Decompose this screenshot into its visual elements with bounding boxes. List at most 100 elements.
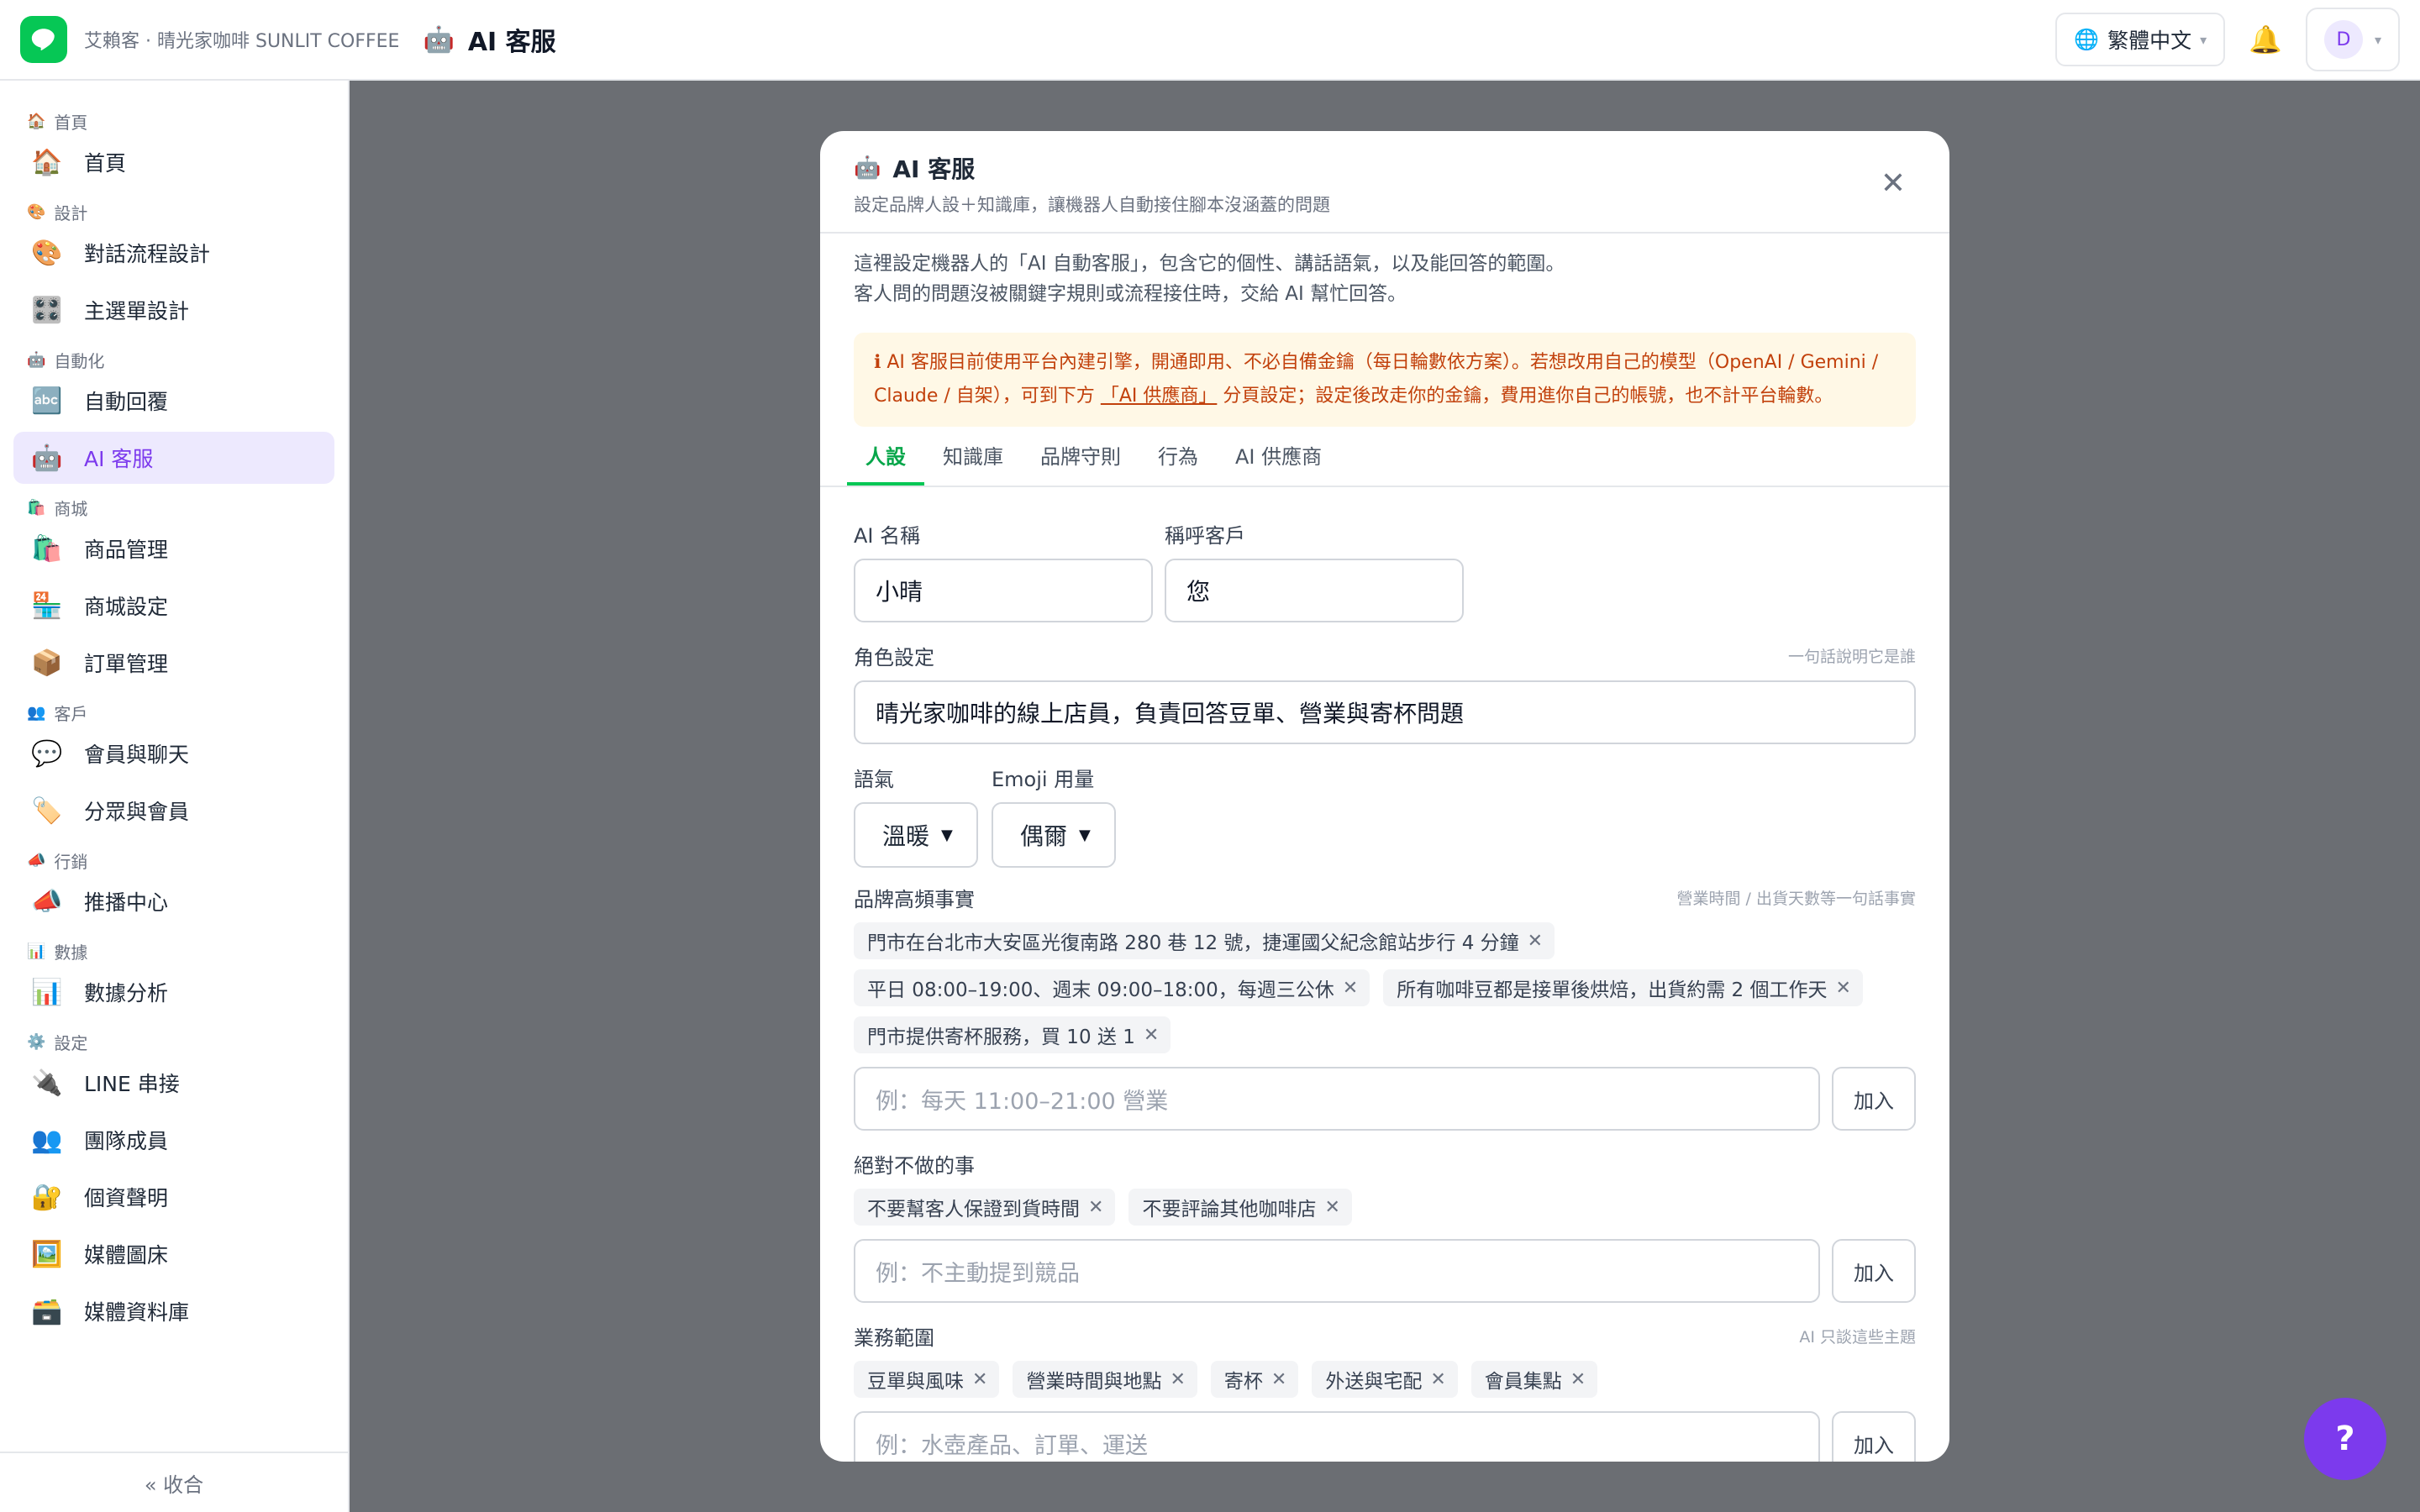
facts-hint: 營業時間 / 出貨天數等一句話事實 [1676,890,1916,908]
close-icon[interactable]: ✕ [1881,166,1906,201]
remove-icon[interactable]: ✕ [1343,978,1358,999]
remove-icon[interactable]: ✕ [1088,1197,1103,1218]
never-input[interactable]: 例：不主動提到競品 [854,1239,1820,1303]
add-scope-button[interactable]: 加入 [1832,1411,1916,1462]
section-data: 📊 數據 [27,942,88,963]
people-icon: 👥 [31,1125,63,1155]
people-icon: 👥 [27,703,46,722]
sidebar-item-line[interactable]: 🔌 LINE 串接 [13,1057,334,1109]
palette-icon: 🎨 [31,238,63,268]
sidebar-item-ai-service[interactable]: 🤖 AI 客服 [13,432,334,484]
scope-chip: 豆單與風味 ✕ [854,1361,1000,1398]
robot-icon: 🤖 [31,443,63,473]
package-icon: 📦 [31,648,63,678]
language-selector[interactable]: 🌐 繁體中文 ▾ [2055,13,2226,66]
robot-icon: 🤖 [854,155,881,181]
tab-persona[interactable]: 人設 [847,427,924,486]
role-input[interactable]: 晴光家咖啡的線上店員，負責回答豆單、營業與寄杯問題 [854,680,1916,744]
section-customers: 👥 客戶 [27,703,88,724]
section-settings: ⚙️ 設定 [27,1032,88,1053]
sidebar-item-team[interactable]: 👥 團隊成員 [13,1114,334,1166]
ai-provider-link[interactable]: 「AI 供應商」 [1101,386,1218,407]
chevron-down-icon: ▾ [2374,31,2382,48]
fact-chip: 平日 08:00–19:00、週末 09:00–18:00，每週三公休 ✕ [854,969,1370,1006]
bar-chart-icon: 📊 [27,942,46,960]
shopping-bag-icon: 🛍️ [31,533,63,564]
tone-label: 語氣 [854,768,894,791]
sidebar-item-media[interactable]: 🖼️ 媒體圖床 [13,1228,334,1280]
remove-icon[interactable]: ✕ [1570,1369,1586,1390]
remove-icon[interactable]: ✕ [1170,1369,1185,1390]
tab-ai-provider[interactable]: AI 供應商 [1217,427,1340,486]
modal-title: AI 客服 [892,155,976,183]
section-automation: 🤖 自動化 [27,350,105,371]
user-menu[interactable]: D ▾ [2306,8,2400,71]
tab-knowledge[interactable]: 知識庫 [924,427,1022,486]
never-label: 絕對不做的事 [854,1154,975,1178]
store-icon: 🏪 [31,591,63,621]
sidebar-item-shop-settings[interactable]: 🏪 商城設定 [13,580,334,632]
section-marketing: 📣 行銷 [27,851,88,872]
sidebar-item-products[interactable]: 🛍️ 商品管理 [13,522,334,575]
add-fact-button[interactable]: 加入 [1832,1067,1916,1131]
sidebar-item-flow-design[interactable]: 🎨 對話流程設計 [13,227,334,279]
sidebar-item-media-lib[interactable]: 🗃️ 媒體資料庫 [13,1285,334,1337]
house-icon: 🏠 [31,147,63,177]
tone-select[interactable]: 溫暖 ▼ [854,802,978,868]
chevron-down-icon: ▼ [1079,826,1091,844]
robot-icon: 🤖 [27,350,46,369]
sidebar-item-broadcast[interactable]: 📣 推播中心 [13,875,334,927]
ai-name-input[interactable]: 小晴 [854,559,1153,622]
remove-icon[interactable]: ✕ [972,1369,987,1390]
facts-label: 品牌高頻事實 [854,888,975,911]
megaphone-icon: 📣 [31,886,63,916]
remove-icon[interactable]: ✕ [1430,1369,1445,1390]
fact-input[interactable]: 例：每天 11:00–21:00 營業 [854,1067,1820,1131]
address-input[interactable]: 您 [1165,559,1464,622]
remove-icon[interactable]: ✕ [1528,931,1543,952]
remove-icon[interactable]: ✕ [1271,1369,1286,1390]
sidebar-item-auto-reply[interactable]: 🔤 自動回覆 [13,375,334,427]
top-bar: 艾賴客 · 晴光家咖啡 SUNLIT COFFEE 🤖 AI 客服 🌐 繁體中文… [0,0,2420,81]
sidebar-item-members-chat[interactable]: 💬 會員與聊天 [13,727,334,780]
sidebar-item-home[interactable]: 🏠 首頁 [13,136,334,188]
help-button[interactable]: ? [2304,1398,2386,1480]
fact-chip: 門市提供寄杯服務，買 10 送 1 ✕ [854,1016,1171,1053]
provider-notice: ℹ︎ AI 客服目前使用平台內建引擎，開通即用、不必自備金鑰（每日輪數依方案）。… [854,333,1916,427]
scope-label: 業務範圍 [854,1326,934,1350]
sidebar: 🏠 首頁 🏠 首頁 🎨 設計 🎨 對話流程設計 🎛️ 主選單設計 🤖 自動化 🔤 自動回覆 🤖… [0,81,350,1512]
bell-icon[interactable]: 🔔 [2249,24,2282,55]
avatar: D [2323,20,2363,59]
modal-subtitle: 設定品牌人設＋知識庫，讓機器人自動接住腳本沒涵蓋的問題 [854,195,1330,215]
speech-bubble-icon: 💬 [31,738,63,769]
sidebar-item-analytics[interactable]: 📊 數據分析 [13,966,334,1018]
role-label: 角色設定 [854,646,934,669]
remove-icon[interactable]: ✕ [1144,1025,1159,1046]
add-never-button[interactable]: 加入 [1832,1239,1916,1303]
facts-chips: 門市在台北市大安區光復南路 280 巷 12 號，捷運國父紀念館站步行 4 分鐘… [854,922,1879,1063]
tab-brand-rules[interactable]: 品牌守則 [1022,427,1139,486]
abc-icon: 🔤 [31,386,63,416]
brand-name: 艾賴客 · 晴光家咖啡 SUNLIT COFFEE [84,31,400,52]
scope-chip: 寄杯 ✕ [1210,1361,1299,1398]
remove-icon[interactable]: ✕ [1324,1197,1339,1218]
scope-input[interactable]: 例：水壺產品、訂單、運送 [854,1411,1820,1462]
robot-icon: 🤖 [423,24,455,55]
never-chip: 不要評論其他咖啡店 ✕ [1128,1189,1352,1226]
section-shop: 🛍️ 商城 [27,498,88,519]
modal-description: 這裡設定機器人的「AI 自動客服」，包含它的個性、講話語氣，以及能回答的範圍。 … [854,253,1565,305]
line-logo-icon[interactable] [20,16,67,63]
sidebar-item-orders[interactable]: 📦 訂單管理 [13,637,334,689]
section-design: 🎨 設計 [27,202,88,223]
remove-icon[interactable]: ✕ [1835,978,1850,999]
collapse-button[interactable]: « 收合 [0,1452,348,1512]
scope-chips: 豆單與風味 ✕ 營業時間與地點 ✕ 寄杯 ✕ 外送與宅配 ✕ 會員集點 ✕ [854,1361,1916,1408]
sidebar-item-menu-design[interactable]: 🎛️ 主選單設計 [13,284,334,336]
never-chips: 不要幫客人保證到貨時間 ✕ 不要評論其他咖啡店 ✕ [854,1189,1916,1236]
picture-icon: 🖼️ [31,1239,63,1269]
tab-behavior[interactable]: 行為 [1139,427,1217,486]
sidebar-item-privacy[interactable]: 🔐 個資聲明 [13,1171,334,1223]
sidebar-item-segments[interactable]: 🏷️ 分眾與會員 [13,785,334,837]
emoji-select[interactable]: 偶爾 ▼ [992,802,1116,868]
scope-chip: 會員集點 ✕ [1470,1361,1598,1398]
